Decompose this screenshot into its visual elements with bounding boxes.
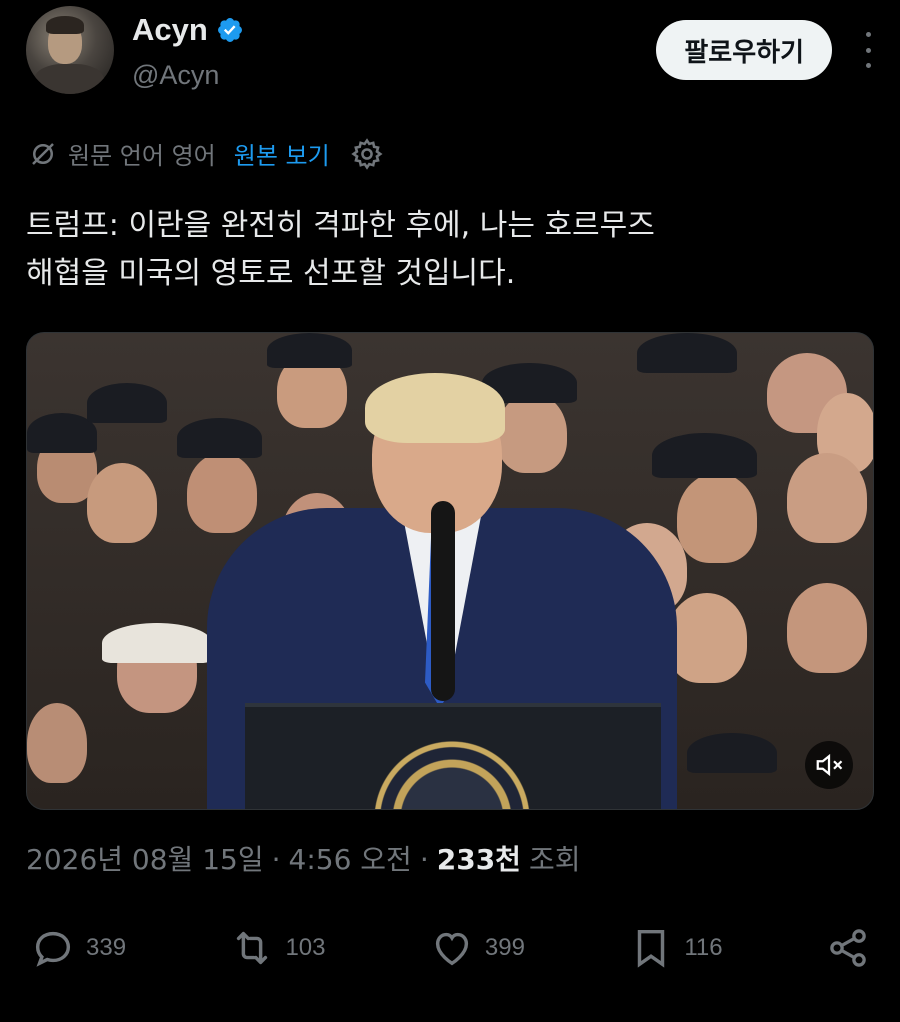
reply-button[interactable]: 339 xyxy=(30,925,126,971)
views-count: 233천 xyxy=(436,843,521,876)
tweet-text-line: 트럼프: 이란을 완전히 격파한 후에, 나는 호르무즈 xyxy=(26,208,655,243)
mute-icon[interactable] xyxy=(805,741,853,789)
show-original-link[interactable]: 원본 보기 xyxy=(234,136,330,171)
speaker-hair-shape xyxy=(365,373,505,443)
avatar-hair-shape xyxy=(46,16,84,34)
translate-icon xyxy=(32,142,54,165)
tweet-text: 트럼프: 이란을 완전히 격파한 후에, 나는 호르무즈 해협을 미국의 영토로… xyxy=(26,202,866,298)
tweet-metadata: 2026년 08월 15일 · 4:56 오전 · 233천 조회 xyxy=(26,838,580,878)
reply-icon xyxy=(35,931,71,967)
author-name[interactable]: Acyn xyxy=(132,12,208,48)
action-bar: 339 103 399 116 xyxy=(30,920,870,976)
tweet-date[interactable]: 2026년 08월 15일 xyxy=(26,838,264,878)
like-count: 399 xyxy=(484,934,525,961)
separator: · xyxy=(271,843,281,876)
views-label: 조회 xyxy=(528,843,581,876)
bookmark-count: 116 xyxy=(684,934,723,961)
repost-icon xyxy=(237,931,268,965)
bookmark-button[interactable]: 116 xyxy=(628,925,723,971)
translation-bar: 원문 언어 영어 원본 보기 xyxy=(28,136,384,171)
follow-button[interactable]: 팔로우하기 xyxy=(656,20,832,80)
repost-button[interactable]: 103 xyxy=(229,925,325,971)
tweet-text-line: 해협을 미국의 영토로 선포할 것입니다. xyxy=(26,256,516,291)
gear-icon[interactable] xyxy=(350,137,384,171)
tweet-header: Acyn @Acyn 팔로우하기 xyxy=(26,6,874,96)
separator: · xyxy=(419,843,429,876)
tweet-time[interactable]: 4:56 오전 xyxy=(289,838,412,878)
name-row: Acyn xyxy=(132,12,244,48)
translation-label: 원문 언어 영어 xyxy=(68,142,216,170)
video-player[interactable] xyxy=(26,332,874,810)
avatar[interactable] xyxy=(26,6,114,94)
like-icon xyxy=(435,932,468,966)
repost-count: 103 xyxy=(285,934,326,961)
bookmark-icon xyxy=(638,929,665,968)
share-icon xyxy=(830,929,866,967)
more-icon[interactable] xyxy=(862,32,874,68)
like-button[interactable]: 399 xyxy=(429,925,525,971)
share-button[interactable] xyxy=(826,926,870,970)
avatar-body-shape xyxy=(34,64,104,94)
verified-badge-icon xyxy=(217,18,242,42)
reply-count: 339 xyxy=(86,934,127,961)
author-handle[interactable]: @Acyn xyxy=(132,60,219,91)
microphone-shape xyxy=(431,501,455,701)
